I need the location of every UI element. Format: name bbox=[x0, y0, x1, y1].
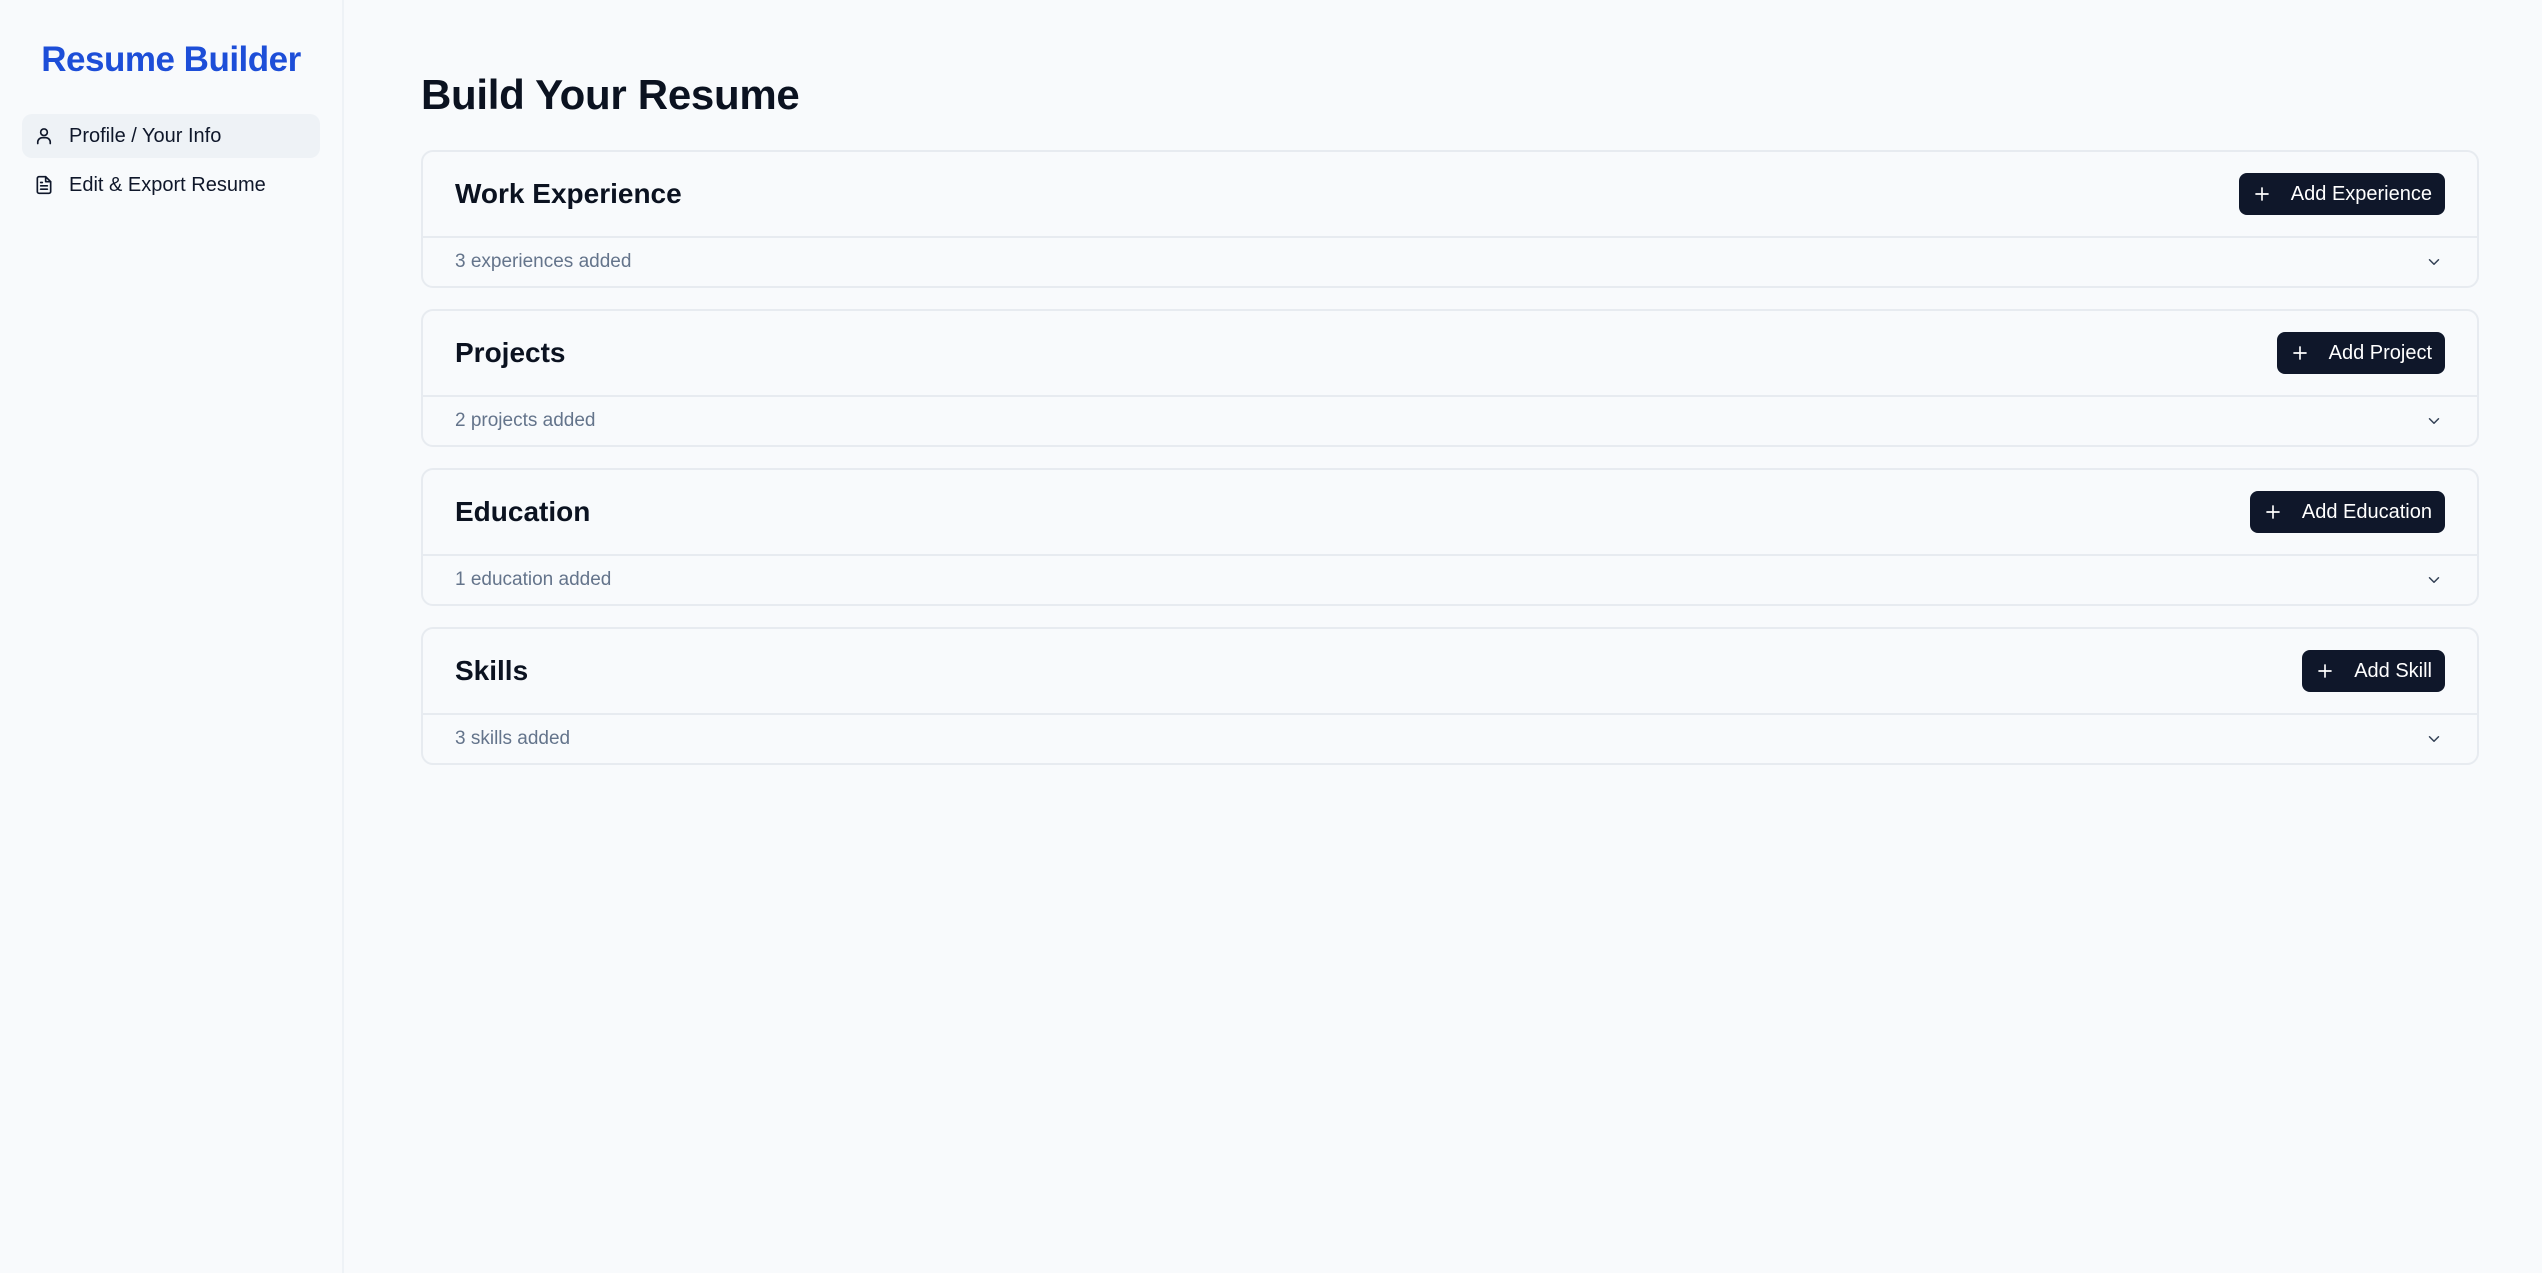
section-toggle[interactable]: 3 experiences added bbox=[423, 238, 2477, 286]
section-summary: 3 experiences added bbox=[455, 251, 632, 272]
button-label: Add Project bbox=[2328, 341, 2432, 364]
sidebar-item-label: Edit & Export Resume bbox=[69, 173, 266, 196]
section-skills: Skills Add Skill 3 skills added bbox=[421, 627, 2479, 765]
section-summary: 2 projects added bbox=[455, 410, 596, 431]
add-education-button[interactable]: Add Education bbox=[2249, 491, 2445, 533]
chevron-down-icon[interactable] bbox=[2425, 412, 2443, 430]
button-label: Add Skill bbox=[2354, 659, 2432, 682]
section-work-experience: Work Experience Add Experience 3 experie… bbox=[421, 150, 2479, 288]
document-icon bbox=[34, 175, 54, 195]
section-header: Skills Add Skill bbox=[423, 629, 2477, 715]
section-projects: Projects Add Project 2 projects added bbox=[421, 309, 2479, 447]
add-skill-button[interactable]: Add Skill bbox=[2302, 650, 2445, 692]
sidebar-item-edit-export[interactable]: Edit & Export Resume bbox=[22, 163, 320, 207]
user-icon bbox=[34, 126, 54, 146]
section-toggle[interactable]: 2 projects added bbox=[423, 397, 2477, 445]
chevron-down-icon[interactable] bbox=[2425, 730, 2443, 748]
chevron-down-icon[interactable] bbox=[2425, 571, 2443, 589]
section-title: Work Experience bbox=[455, 178, 682, 209]
chevron-down-icon[interactable] bbox=[2425, 253, 2443, 271]
section-title: Skills bbox=[455, 655, 529, 686]
button-label: Add Experience bbox=[2290, 182, 2432, 205]
sidebar: Resume Builder Profile / Your Info Edit … bbox=[0, 0, 344, 1273]
brand-logo[interactable]: Resume Builder bbox=[22, 38, 320, 82]
plus-icon bbox=[2316, 662, 2334, 680]
section-header: Education Add Education bbox=[423, 470, 2477, 556]
sections-list: Work Experience Add Experience 3 experie… bbox=[421, 150, 2479, 765]
plus-icon bbox=[2291, 344, 2309, 362]
sidebar-item-label: Profile / Your Info bbox=[69, 124, 222, 147]
app-root: Resume Builder Profile / Your Info Edit … bbox=[0, 0, 2542, 1273]
page-title: Build Your Resume bbox=[421, 71, 800, 118]
main-content: Build Your Resume Work Experience Add Ex… bbox=[344, 0, 2542, 1273]
sidebar-nav: Profile / Your Info Edit & Export Resume bbox=[22, 114, 320, 207]
section-title: Projects bbox=[455, 337, 566, 368]
section-title: Education bbox=[455, 496, 591, 527]
plus-icon bbox=[2264, 503, 2282, 521]
section-summary: 1 education added bbox=[455, 569, 612, 590]
add-experience-button[interactable]: Add Experience bbox=[2238, 173, 2445, 215]
section-toggle[interactable]: 1 education added bbox=[423, 556, 2477, 604]
section-education: Education Add Education 1 education adde… bbox=[421, 468, 2479, 606]
section-header: Work Experience Add Experience bbox=[423, 152, 2477, 238]
section-toggle[interactable]: 3 skills added bbox=[423, 715, 2477, 763]
sidebar-item-profile[interactable]: Profile / Your Info bbox=[22, 114, 320, 158]
plus-icon bbox=[2253, 185, 2271, 203]
button-label: Add Education bbox=[2301, 500, 2432, 523]
section-summary: 3 skills added bbox=[455, 728, 571, 749]
add-project-button[interactable]: Add Project bbox=[2276, 332, 2445, 374]
section-header: Projects Add Project bbox=[423, 311, 2477, 397]
